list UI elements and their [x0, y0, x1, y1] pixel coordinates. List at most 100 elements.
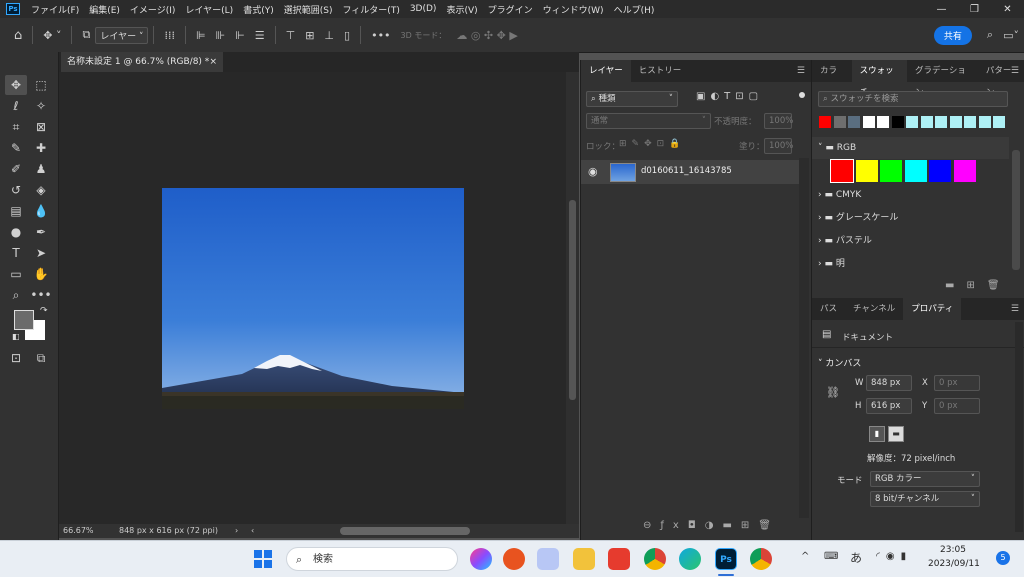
panel-menu-icon[interactable]: ☰	[797, 66, 805, 76]
foreground-color-swatch[interactable]	[14, 310, 34, 330]
swatch-group-cmyk[interactable]: › ▬ CMYK	[818, 184, 861, 206]
opacity-field[interactable]: 100%	[764, 113, 793, 129]
more-options-icon[interactable]: •••	[371, 29, 390, 42]
recent-swatch[interactable]	[862, 116, 875, 128]
healing-brush-tool-icon[interactable]: ✚	[30, 138, 52, 158]
creative-cloud-icon[interactable]	[608, 548, 630, 570]
link-icon[interactable]: ⛓	[826, 386, 840, 399]
layer-actions-icons[interactable]: ⊖ƒx◘◑▬⊞🗑	[643, 520, 780, 531]
menu-window[interactable]: ウィンドウ(W)	[538, 3, 609, 16]
layer-row[interactable]: ◉ d0160611_16143785	[581, 160, 799, 184]
menu-filter[interactable]: フィルター(T)	[337, 3, 404, 16]
recent-swatch[interactable]	[993, 116, 1005, 128]
hand-tool-icon[interactable]: ✋	[30, 264, 52, 284]
workspace-icon[interactable]: ▭˅	[1003, 29, 1019, 42]
width-field[interactable]: 848 px	[866, 375, 912, 391]
rgb-swatch[interactable]	[929, 160, 951, 182]
tab-layers[interactable]: レイヤー	[581, 60, 631, 82]
height-field[interactable]: 616 px	[866, 398, 912, 414]
recent-swatch[interactable]	[978, 116, 991, 128]
landscape-orientation-icon[interactable]: ▬	[888, 426, 904, 442]
auto-select-icon[interactable]: ⧉	[82, 28, 90, 42]
system-tray-icons[interactable]: ◜◉▮	[876, 551, 912, 562]
eye-icon[interactable]: ◉	[588, 165, 598, 178]
rgb-swatch[interactable]	[904, 160, 927, 182]
swatch-group-pastel[interactable]: › ▬ パステル	[818, 230, 872, 252]
auto-select-target-dropdown[interactable]: レイヤー ˅	[95, 26, 149, 44]
ime-indicator[interactable]: あ	[850, 549, 862, 566]
scroll-left-icon[interactable]: ‹	[251, 524, 254, 538]
canvas-image[interactable]	[162, 188, 464, 409]
copilot-icon[interactable]	[470, 548, 492, 570]
tab-properties[interactable]: プロパティ	[903, 298, 962, 320]
blend-mode-dropdown[interactable]: 通常 ˅	[586, 113, 711, 129]
rgb-swatch[interactable]	[830, 159, 854, 183]
tab-paths[interactable]: パス	[812, 298, 845, 320]
properties-menu-icon[interactable]: ☰	[1011, 304, 1019, 314]
swatch-group-light[interactable]: › ▬ 明	[818, 253, 845, 275]
clock-date[interactable]: 2023/09/11	[928, 559, 980, 569]
transform-controls-icon[interactable]: ⁞⁞⁞	[164, 29, 175, 42]
menu-file[interactable]: ファイル(F)	[26, 3, 84, 16]
brush-tool-icon[interactable]: ✐	[5, 159, 27, 179]
properties-scrollbar[interactable]	[1015, 322, 1023, 532]
tab-swatches[interactable]: スウォッチ	[851, 60, 907, 98]
bit-depth-dropdown[interactable]: 8 bit/チャンネル ˅	[870, 491, 980, 507]
crop-tool-icon[interactable]: ⌗	[5, 117, 27, 137]
lasso-tool-icon[interactable]: ℓ	[5, 96, 27, 116]
lock-icons[interactable]: ⊞✎✥⊡🔒	[619, 139, 685, 149]
align-left-icon[interactable]: ⊫	[196, 29, 206, 42]
menu-layer[interactable]: レイヤー(L)	[180, 3, 238, 16]
app-purple-icon[interactable]	[537, 548, 559, 570]
menu-3d[interactable]: 3D(D)	[405, 4, 442, 14]
screen-mode-icon[interactable]: ⧉	[30, 348, 52, 368]
close-button[interactable]: ✕	[991, 4, 1024, 15]
recent-swatch[interactable]	[935, 116, 947, 128]
more-tools-icon[interactable]: •••	[30, 285, 52, 305]
portrait-orientation-icon[interactable]: ▮	[869, 426, 885, 442]
close-document-icon[interactable]: ×	[209, 52, 217, 72]
swatches-menu-icon[interactable]: ☰	[1011, 66, 1019, 76]
rgb-swatch[interactable]	[855, 160, 878, 182]
recent-swatch[interactable]	[920, 116, 933, 128]
align-top-icon[interactable]: ⊤	[286, 29, 296, 42]
swatch-actions-icons[interactable]: ▬⊞🗑	[945, 280, 1012, 291]
gradient-tool-icon[interactable]: ▤	[5, 201, 27, 221]
layer-name[interactable]: d0160611_16143785	[641, 166, 732, 176]
distribute-vertical-icon[interactable]: ▯	[344, 29, 350, 42]
menu-type[interactable]: 書式(Y)	[238, 3, 279, 16]
chrome-icon[interactable]	[644, 548, 666, 570]
chrome-profile-icon[interactable]	[750, 548, 772, 570]
menu-plugins[interactable]: プラグイン	[483, 3, 538, 16]
filter-toggle-icon[interactable]	[799, 92, 805, 98]
share-button[interactable]: 共有	[933, 25, 972, 45]
minimize-button[interactable]: —	[925, 4, 958, 15]
status-more-icon[interactable]: ›	[235, 524, 238, 538]
app-orange-icon[interactable]	[503, 548, 525, 570]
recent-swatch[interactable]	[891, 116, 904, 128]
pen-tool-icon[interactable]: ✒	[30, 222, 52, 242]
y-field[interactable]: 0 px	[934, 398, 980, 414]
dodge-tool-icon[interactable]: ●	[5, 222, 27, 242]
move-tool-icon[interactable]: ✥ ˅	[43, 29, 61, 42]
show-hidden-icons[interactable]: ^	[801, 551, 809, 562]
menu-select[interactable]: 選択範囲(S)	[279, 3, 338, 16]
home-icon[interactable]: ⌂	[14, 28, 22, 43]
align-right-icon[interactable]: ⊩	[235, 29, 245, 42]
recent-swatch[interactable]	[877, 116, 889, 128]
tab-color[interactable]: カラー	[812, 60, 852, 98]
recent-swatch[interactable]	[949, 116, 962, 128]
menu-view[interactable]: 表示(V)	[441, 3, 482, 16]
canvas-vertical-scrollbar[interactable]	[566, 72, 579, 524]
align-center-icon[interactable]: ⊪	[216, 29, 226, 42]
menu-image[interactable]: イメージ(I)	[125, 3, 181, 16]
document-tab[interactable]: 名称未設定 1 @ 66.7% (RGB/8) * ×	[61, 52, 223, 72]
recent-swatch[interactable]	[964, 116, 976, 128]
align-middle-icon[interactable]: ⊞	[305, 29, 314, 42]
path-selection-tool-icon[interactable]: ➤	[30, 243, 52, 263]
recent-swatch[interactable]	[906, 116, 918, 128]
frame-tool-icon[interactable]: ⊠	[30, 117, 52, 137]
fill-field[interactable]: 100%	[764, 138, 793, 154]
keyboard-icon[interactable]: ⌨	[824, 551, 838, 562]
tab-gradients[interactable]: グラデーション	[907, 60, 978, 98]
